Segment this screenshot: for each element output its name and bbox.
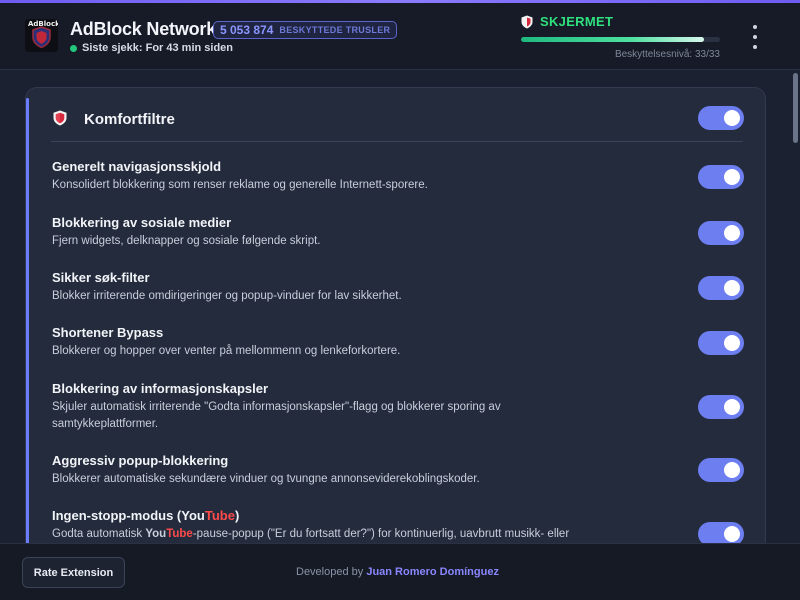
toggle-knob (724, 335, 740, 351)
header: AdBlock AdBlock Network 5 053 874 BESKYT… (0, 3, 800, 70)
toggle-safe-search[interactable] (698, 276, 744, 300)
filter-row-youtube-nonstop: Ingen-stopp-modus (YouTube) Godta automa… (52, 508, 742, 543)
toggle-cookie-blocking[interactable] (698, 395, 744, 419)
toggle-youtube-nonstop[interactable] (698, 522, 744, 543)
rate-extension-button[interactable]: Rate Extension (22, 557, 125, 588)
threat-count: 5 053 874 (220, 23, 274, 37)
filter-title-part: You (181, 508, 205, 523)
filter-row-shortener-bypass: Shortener Bypass Blokkerer og hopper ove… (52, 325, 742, 360)
author-link[interactable]: Juan Romero Domínguez (366, 566, 499, 578)
filter-desc-part: You (145, 528, 167, 540)
scrollbar-thumb[interactable] (793, 73, 798, 143)
shield-logo-icon (32, 26, 51, 49)
filter-title: Aggressiv popup-blokkering (52, 453, 229, 468)
divider (51, 141, 743, 142)
protection-progress-fill (521, 37, 705, 42)
card-master-toggle[interactable] (698, 106, 744, 130)
card-header: Komfortfiltre (26, 88, 765, 142)
filter-title: Generelt navigasjonsskjold (52, 159, 222, 174)
protection-level: Beskyttelsesnivå: 33/33 (614, 49, 720, 60)
comfort-filters-card: Komfortfiltre Generelt navigasjonsskjold… (25, 87, 766, 543)
app-title: AdBlock Network (70, 19, 217, 39)
last-check-status: Siste sjekk: For 43 min siden (70, 42, 233, 54)
developer-credit: Developed by Juan Romero Domínguez (296, 566, 499, 578)
filter-description: Blokkerer automatiske sekundære vinduer … (52, 473, 480, 485)
toggle-knob (724, 225, 740, 241)
filter-row-general-navigation: Generelt navigasjonsskjold Konsolidert b… (52, 159, 742, 194)
filter-description: Skjuler automatisk irriterende "Godta in… (52, 401, 501, 430)
toggle-knob (724, 462, 740, 478)
card-title: Komfortfiltre (84, 111, 175, 128)
filter-title: Blokkering av sosiale medier (52, 215, 232, 230)
shield-icon (53, 110, 67, 126)
youtube-brand-text: Tube (204, 508, 235, 523)
toggle-social-media[interactable] (698, 221, 744, 245)
threat-label: BESKYTTEDE TRUSLER (279, 25, 391, 35)
toggle-aggressive-popup[interactable] (698, 458, 744, 482)
filter-title-part: Ingen-stopp-modus ( (52, 508, 182, 523)
filter-row-aggressive-popup: Aggressiv popup-blokkering Blokkerer aut… (52, 453, 742, 488)
toggle-knob (724, 526, 740, 542)
shield-icon (521, 15, 533, 28)
filter-description: Konsolidert blokkering som renser reklam… (52, 179, 428, 191)
filter-title: Shortener Bypass (52, 325, 164, 340)
developed-by-label: Developed by (296, 566, 367, 578)
toggle-knob (724, 110, 740, 126)
filter-title-part: ) (234, 508, 240, 523)
toggle-general-navigation[interactable] (698, 165, 744, 189)
toggle-knob (724, 399, 740, 415)
filter-desc-part: Godta automatisk (52, 528, 146, 540)
last-check-text: Siste sjekk: For 43 min siden (82, 42, 234, 54)
filter-title: Sikker søk-filter (52, 270, 150, 285)
threat-counter-badge: 5 053 874 BESKYTTEDE TRUSLER (213, 21, 398, 39)
footer: Rate Extension Developed by Juan Romero … (0, 543, 800, 600)
filter-description: Blokker irriterende omdirigeringer og po… (52, 290, 402, 302)
filter-title: Ingen-stopp-modus (YouTube) (52, 508, 742, 523)
toggle-knob (724, 280, 740, 296)
status-text: SKJERMET (540, 14, 614, 29)
filter-title: Blokkering av informasjonskapsler (52, 381, 269, 396)
filters-scroll-area[interactable]: Komfortfiltre Generelt navigasjonsskjold… (0, 71, 800, 543)
toggle-knob (724, 169, 740, 185)
filter-description: Blokkerer og hopper over venter på mello… (52, 345, 401, 357)
app-logo: AdBlock (25, 19, 58, 52)
filter-row-social-media: Blokkering av sosiale medier Fjern widge… (52, 215, 742, 250)
protection-status: SKJERMET (521, 14, 613, 29)
filter-desc-part: -pause-popup ("Er du fortsatt der?") for… (192, 528, 570, 540)
scrollbar[interactable] (793, 71, 798, 543)
filter-description: Fjern widgets, delknapper og sosiale føl… (52, 235, 321, 247)
protection-progress (521, 37, 720, 42)
more-options-icon[interactable] (748, 25, 762, 49)
online-dot-icon (70, 44, 77, 52)
toggle-shortener-bypass[interactable] (698, 331, 744, 355)
filter-description: Godta automatisk YouTube-pause-popup ("E… (52, 526, 652, 543)
filter-row-cookie-blocking: Blokkering av informasjonskapsler Skjule… (52, 381, 742, 433)
youtube-brand-text: Tube (166, 528, 193, 540)
filter-row-safe-search: Sikker søk-filter Blokker irriterende om… (52, 270, 742, 305)
